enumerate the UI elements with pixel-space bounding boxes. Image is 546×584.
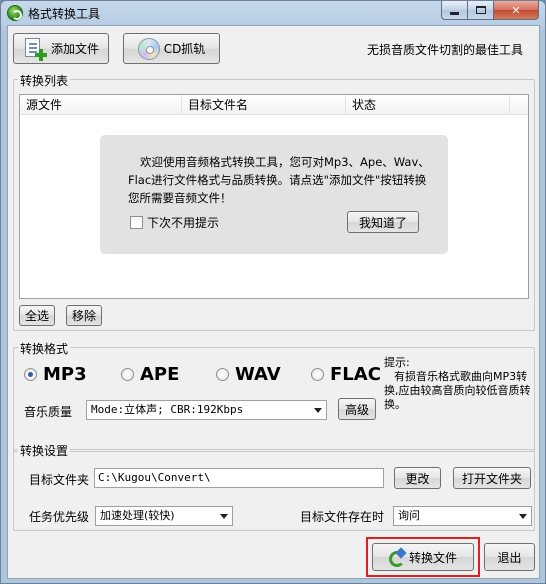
file-exists-select[interactable]: 询问 (393, 506, 532, 526)
format-mp3-option[interactable]: MP3 (24, 364, 87, 385)
window-title: 格式转换工具 (28, 7, 101, 21)
format-group: 转换格式 MP3 APE WAV FLAC 音乐质量 Mode:立体声; CBR… (13, 340, 535, 452)
format-ape-option[interactable]: APE (121, 364, 179, 385)
minimize-button[interactable] (441, 1, 468, 20)
chevron-down-icon[interactable] (310, 401, 326, 419)
format-ape-label: APE (140, 364, 180, 385)
open-folder-button[interactable]: 打开文件夹 (453, 467, 531, 489)
file-exists-value: 询问 (398, 509, 420, 522)
settings-group: 转换设置 目标文件夹 C:\Kugou\Convert\ 更改 打开文件夹 任务… (13, 442, 535, 531)
window-controls: ✕ (441, 1, 539, 20)
maximize-icon (475, 6, 486, 14)
change-folder-button[interactable]: 更改 (394, 467, 441, 489)
maximize-button[interactable] (468, 1, 494, 20)
column-target-name[interactable]: 目标文件名 (182, 95, 346, 115)
dont-show-label: 下次不用提示 (147, 216, 220, 230)
quality-select[interactable]: Mode:立体声; CBR:192Kbps (86, 400, 327, 420)
close-icon: ✕ (511, 3, 521, 17)
priority-label: 任务优先级 (29, 510, 90, 524)
welcome-message: 欢迎使用音频格式转换工具，您可对Mp3、Ape、Wav、Flac进行文件格式与品… (128, 155, 430, 205)
format-mp3-label: MP3 (43, 364, 87, 385)
cd-rip-button[interactable]: CD抓轨 (123, 33, 220, 64)
tip-title: 提示: (384, 356, 410, 369)
priority-value: 加速处理(较快) (100, 509, 175, 522)
radio-flac[interactable] (311, 368, 324, 381)
welcome-panel: 欢迎使用音频格式转换工具，您可对Mp3、Ape、Wav、Flac进行文件格式与品… (100, 135, 448, 254)
tip-body: 有损音乐格式歌曲向MP3转换,应由较高音质向较低音质转换。 (384, 370, 531, 411)
convert-list-title: 转换列表 (18, 72, 71, 89)
radio-mp3[interactable] (24, 368, 37, 381)
close-button[interactable]: ✕ (494, 1, 539, 20)
title-bar[interactable]: 格式转换工具 ✕ (1, 1, 545, 25)
settings-title: 转换设置 (18, 442, 71, 459)
format-flac-option[interactable]: FLAC (311, 364, 381, 385)
add-file-label: 添加文件 (50, 42, 99, 56)
radio-ape[interactable] (121, 368, 134, 381)
file-list[interactable]: 源文件 目标文件名 状态 欢迎使用音频格式转换工具，您可对Mp3、Ape、Wav… (19, 94, 529, 299)
convert-icon (388, 549, 405, 567)
minimize-icon (450, 11, 459, 15)
checkbox-box[interactable] (130, 216, 143, 229)
convert-list-group: 转换列表 源文件 目标文件名 状态 欢迎使用音频格式转换工具，您可对Mp3、Ap… (13, 72, 535, 331)
format-flac-label: FLAC (330, 364, 381, 385)
target-folder-input[interactable]: C:\Kugou\Convert\ (94, 468, 384, 488)
chevron-down-icon[interactable] (216, 507, 232, 525)
cd-icon (137, 37, 160, 60)
file-exists-label: 目标文件存在时 (300, 510, 385, 524)
exit-button[interactable]: 退出 (484, 543, 535, 571)
app-logo-icon (7, 5, 23, 21)
format-wav-label: WAV (235, 364, 281, 385)
format-wav-option[interactable]: WAV (216, 364, 281, 385)
got-it-button[interactable]: 我知道了 (347, 211, 419, 233)
remove-button[interactable]: 移除 (66, 305, 102, 326)
column-status[interactable]: 状态 (346, 95, 510, 115)
format-tip: 提示: 有损音乐格式歌曲向MP3转换,应由较高音质向较低音质转换。 (384, 356, 534, 412)
quality-value: Mode:立体声; CBR:192Kbps (91, 403, 244, 416)
add-file-icon (23, 37, 47, 61)
chevron-down-icon[interactable] (515, 507, 531, 525)
convert-button[interactable]: 转换文件 (372, 543, 474, 571)
file-list-header: 源文件 目标文件名 状态 (20, 95, 528, 115)
dont-show-checkbox[interactable]: 下次不用提示 (130, 214, 219, 231)
priority-select[interactable]: 加速处理(较快) (95, 506, 233, 526)
select-all-button[interactable]: 全选 (19, 305, 55, 326)
cd-rip-label: CD抓轨 (163, 42, 206, 56)
main-panel: 添加文件 CD抓轨 无损音质文件切割的最佳工具 转换列表 源文件 目标文件名 状… (7, 25, 540, 579)
convert-label: 转换文件 (408, 550, 457, 565)
slogan-text: 无损音质文件切割的最佳工具 (366, 43, 523, 57)
add-file-button[interactable]: 添加文件 (13, 33, 109, 64)
target-folder-label: 目标文件夹 (29, 473, 90, 487)
advanced-button[interactable]: 高级 (338, 398, 376, 420)
column-source-file[interactable]: 源文件 (20, 95, 182, 115)
quality-label: 音乐质量 (24, 405, 73, 419)
radio-wav[interactable] (216, 368, 229, 381)
app-window: 格式转换工具 ✕ 添加文件 CD抓轨 无损音质文件切割的最佳工具 转换列表 源文… (0, 0, 546, 584)
format-title: 转换格式 (18, 340, 71, 357)
